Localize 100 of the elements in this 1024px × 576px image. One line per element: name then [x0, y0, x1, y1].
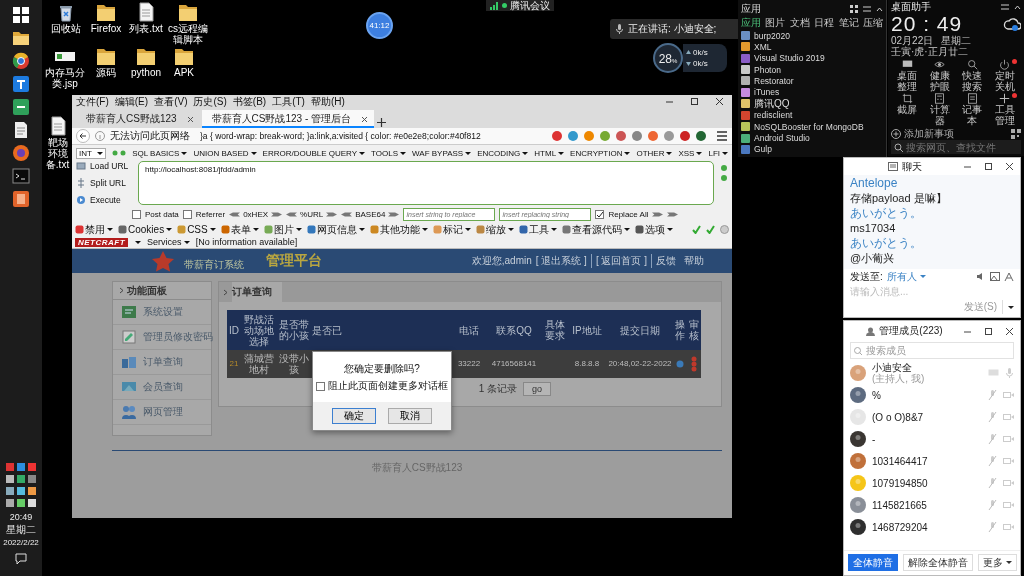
- app-icon[interactable]: [741, 65, 750, 75]
- app-name[interactable]: redisclient: [754, 110, 793, 121]
- encode-button[interactable]: %URL: [286, 209, 338, 219]
- services-menu[interactable]: Services: [147, 237, 190, 247]
- app-icon[interactable]: [741, 122, 750, 132]
- toolbar-menu[interactable]: 工具: [518, 222, 557, 237]
- file-icon[interactable]: [136, 2, 156, 22]
- tool-button[interactable]: 桌面整理: [896, 59, 918, 92]
- toolbar-menu[interactable]: 缩放: [475, 222, 514, 237]
- member-action-button[interactable]: 解除全体静音: [902, 554, 973, 571]
- document-icon[interactable]: [12, 121, 30, 139]
- hackbar-action[interactable]: Execute: [76, 195, 132, 205]
- tool-button[interactable]: 快速搜索: [961, 59, 983, 92]
- go-button[interactable]: go: [523, 382, 551, 396]
- folder-icon[interactable]: [174, 46, 194, 66]
- menu-item[interactable]: 帮助(H): [310, 95, 345, 109]
- hackbar-action[interactable]: Load URL: [76, 161, 132, 171]
- checkbox[interactable]: [182, 209, 192, 219]
- close-button[interactable]: [1005, 162, 1014, 171]
- menu-item[interactable]: 历史(S): [193, 95, 227, 109]
- notification-icon[interactable]: [14, 552, 28, 566]
- app-name[interactable]: Visual Studio 2019: [754, 53, 825, 64]
- tool-button[interactable]: 计算器: [929, 93, 951, 126]
- header-link[interactable]: 帮助: [684, 254, 708, 268]
- app-name[interactable]: burp2020: [754, 30, 790, 41]
- hackbar-menu[interactable]: LFI: [708, 148, 728, 158]
- category-tab[interactable]: 压缩: [862, 16, 883, 30]
- toolbar-menu[interactable]: CSS: [177, 224, 216, 235]
- close-icon[interactable]: [186, 115, 194, 123]
- tool-button[interactable]: 定时关机: [994, 59, 1016, 92]
- app-name[interactable]: Restorator: [754, 75, 794, 86]
- maximize-button[interactable]: [984, 326, 993, 336]
- menu-item[interactable]: 文件(F): [76, 95, 109, 109]
- add-task-link[interactable]: 添加新事项: [904, 126, 954, 141]
- start-icon[interactable]: [12, 6, 30, 24]
- cancel-button[interactable]: 取消: [388, 408, 432, 424]
- menu-item[interactable]: 工具(T): [272, 95, 305, 109]
- app-icon[interactable]: [741, 76, 750, 86]
- menu-item[interactable]: 书签(B): [232, 95, 267, 109]
- tool-button[interactable]: 健康护眼: [929, 59, 951, 92]
- folder-icon[interactable]: [96, 2, 116, 22]
- back-button[interactable]: [76, 129, 90, 143]
- edit-icon[interactable]: [676, 360, 684, 368]
- member-action-button[interactable]: 全体静音: [847, 554, 898, 571]
- hackbar-menu[interactable]: XSS: [678, 148, 703, 158]
- folder-icon[interactable]: [136, 46, 156, 66]
- tool-button[interactable]: 工具管理: [994, 93, 1016, 126]
- header-link[interactable]: 反馈: [656, 254, 680, 268]
- app-name[interactable]: iTunes: [754, 87, 780, 98]
- checkbox[interactable]: [132, 209, 141, 219]
- hackbar-menu[interactable]: HTML: [534, 148, 565, 158]
- hackbar-menu[interactable]: ENCODING: [477, 148, 529, 158]
- close-button[interactable]: [715, 97, 724, 106]
- hackbar-menu[interactable]: UNION BASED: [193, 148, 257, 158]
- toolbar-menu[interactable]: 图片: [263, 222, 302, 237]
- app-name[interactable]: Photon: [754, 64, 781, 75]
- tool-button[interactable]: 截屏: [896, 93, 918, 126]
- toolbar-menu[interactable]: 标记: [432, 222, 471, 237]
- toolbar-menu[interactable]: 查看源代码: [561, 222, 630, 237]
- maximize-button[interactable]: [984, 162, 993, 171]
- toolbar-menu[interactable]: 网页信息: [306, 222, 365, 237]
- app-name[interactable]: Android Studio: [754, 133, 810, 143]
- app-icon[interactable]: [741, 87, 750, 97]
- hackbar-menu[interactable]: ERROR/DOUBLE QUERY: [262, 148, 366, 158]
- browser-tab[interactable]: 带薪育人CS野战123 - 管理后台: [201, 110, 375, 128]
- close-icon[interactable]: [361, 115, 369, 123]
- encode-button[interactable]: 0xHEX: [229, 209, 283, 219]
- close-button[interactable]: [1005, 326, 1014, 336]
- app-icon[interactable]: [12, 52, 30, 70]
- category-tab[interactable]: 笔记: [838, 16, 859, 30]
- app-icon[interactable]: [12, 98, 30, 116]
- toolbar-menu[interactable]: 表单: [220, 222, 259, 237]
- caret-up-icon[interactable]: [876, 5, 883, 13]
- qr-code-icon[interactable]: [1011, 128, 1021, 139]
- font-icon[interactable]: [1004, 272, 1014, 281]
- search-field[interactable]: 搜索网页、查找文件: [891, 140, 1021, 154]
- hackbar-menu[interactable]: WAF BYPASS: [412, 148, 472, 158]
- app-icon[interactable]: [12, 75, 30, 93]
- hackbar-menu[interactable]: SQL BASICS: [132, 148, 188, 158]
- app-name[interactable]: 腾讯QQ: [754, 96, 790, 111]
- ok-button[interactable]: 确定: [332, 408, 376, 424]
- encode-button[interactable]: BASE64: [341, 209, 400, 219]
- toolbar-menu[interactable]: 其他功能: [369, 222, 428, 237]
- app-name[interactable]: NoSQLBooster for MongoDB: [754, 121, 864, 132]
- folder-icon[interactable]: [178, 2, 198, 22]
- search-field[interactable]: 搜索成员: [850, 342, 1014, 359]
- header-link[interactable]: [ 返回首页 ]: [595, 254, 652, 268]
- image-icon[interactable]: [990, 272, 1000, 281]
- hackbar-action[interactable]: Split URL: [76, 178, 132, 188]
- new-tab-icon[interactable]: [376, 117, 388, 128]
- folder-icon[interactable]: [96, 46, 116, 66]
- app-icon[interactable]: [741, 31, 750, 41]
- menu-item[interactable]: 查看(V): [154, 95, 188, 109]
- hackbar-menu[interactable]: TOOLS: [371, 148, 407, 158]
- content-tab[interactable]: 订单查询: [232, 282, 282, 302]
- url-field[interactable]: http://localhost:8081/jfdd/admin: [138, 161, 714, 205]
- member-action-button[interactable]: 更多: [977, 554, 1017, 571]
- checkbox[interactable]: [595, 209, 605, 219]
- type-select[interactable]: INT: [76, 147, 107, 159]
- category-tab[interactable]: 图片: [765, 16, 786, 30]
